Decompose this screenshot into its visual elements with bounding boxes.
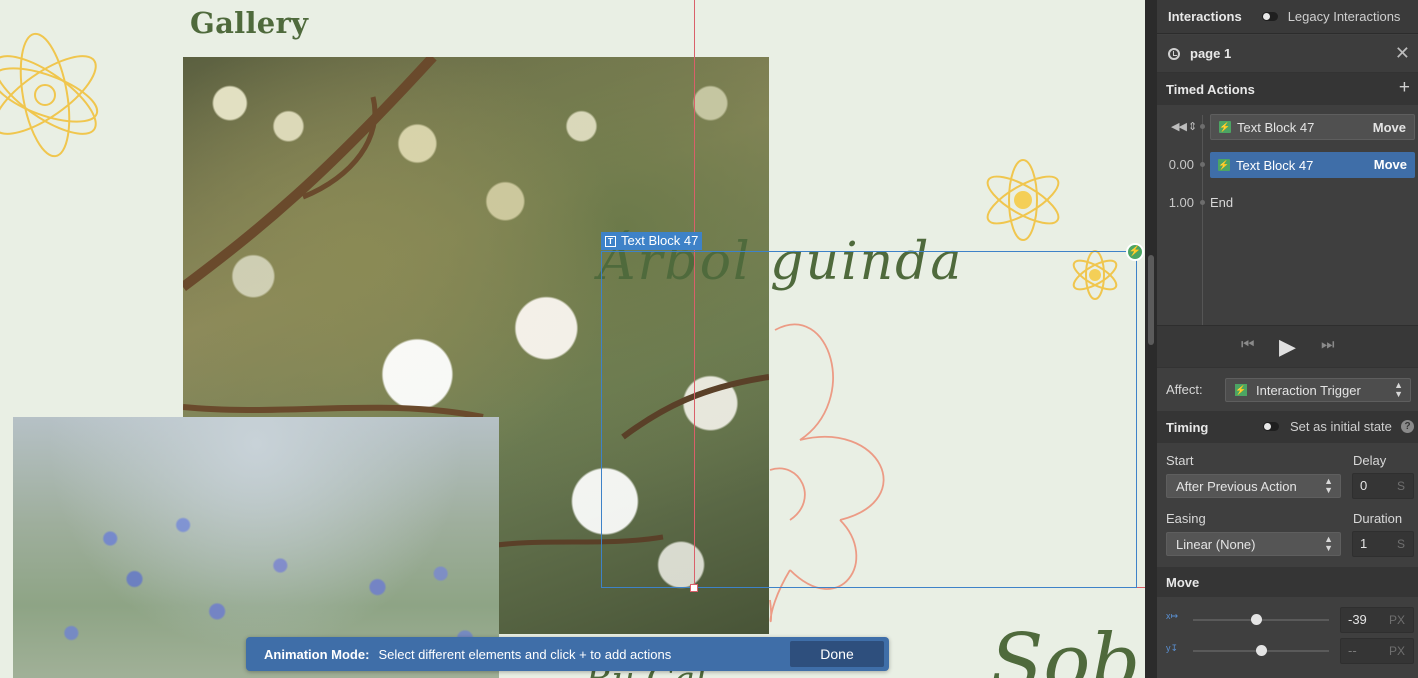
duration-input[interactable]: 1 S	[1352, 531, 1414, 557]
origin-handle[interactable]	[690, 584, 698, 592]
move-title: Move	[1166, 574, 1200, 590]
easing-value: Linear (None)	[1176, 536, 1256, 552]
affect-row: Affect: ⚡ Interaction Trigger ▲ ▼	[1157, 367, 1418, 411]
add-action-icon[interactable]: +	[1399, 78, 1410, 98]
slider-thumb[interactable]	[1256, 645, 1267, 656]
move-y-value: --	[1348, 643, 1357, 658]
timeline-row: 0.00 ⚡ Text Block 47 Move	[1157, 152, 1418, 178]
affect-value: Interaction Trigger	[1256, 382, 1361, 398]
duration-unit: S	[1396, 537, 1405, 551]
timeline-line	[1202, 115, 1203, 325]
animation-mode-hint: Select different elements and click + to…	[378, 646, 672, 662]
move-y-slider[interactable]	[1193, 645, 1329, 656]
script-text-bottom-right[interactable]: Sob	[990, 618, 1140, 678]
delay-unit: S	[1396, 479, 1405, 493]
selection-outline	[601, 251, 1137, 588]
close-icon[interactable]: ✕	[1395, 44, 1410, 62]
move-y-input[interactable]: -- PX	[1340, 638, 1414, 664]
easing-select[interactable]: Linear (None) ▲ ▼	[1166, 532, 1341, 556]
start-label: Start	[1166, 453, 1194, 468]
select-arrows-icon: ▲ ▼	[1394, 380, 1403, 399]
timeline-action-selected[interactable]: ⚡ Text Block 47 Move	[1210, 152, 1415, 178]
delay-label: Delay	[1353, 453, 1387, 468]
timeline-time: 0.00	[1168, 157, 1194, 172]
timed-actions-title: Timed Actions	[1166, 81, 1255, 97]
duration-value: 1	[1360, 536, 1368, 551]
rewind-icon[interactable]: ◀◀ ⇕	[1171, 120, 1197, 133]
action-type: Move	[1373, 157, 1407, 172]
panel-tabs: Interactions Legacy Interactions	[1157, 0, 1418, 34]
skip-back-icon[interactable]: ⏮	[1241, 336, 1255, 353]
trigger-bolt-icon: ⚡	[1218, 159, 1230, 171]
skip-forward-icon[interactable]: ⏭	[1321, 336, 1335, 353]
slider-thumb[interactable]	[1250, 614, 1262, 625]
start-select[interactable]: After Previous Action ▲ ▼	[1166, 474, 1341, 498]
timeline-dot	[1200, 200, 1205, 205]
delay-value: 0	[1360, 478, 1368, 493]
help-icon[interactable]: ?	[1401, 420, 1414, 433]
move-y-unit: PX	[1388, 644, 1405, 658]
timeline-dot	[1200, 162, 1205, 167]
design-canvas[interactable]: Gallery Árbol guinda Bu Cal Sob T Text B…	[0, 0, 1145, 678]
interaction-trigger-icon[interactable]: ⚡	[1126, 243, 1144, 261]
action-element-name: Text Block 47	[1236, 157, 1314, 173]
canvas-scrollbar[interactable]	[1145, 0, 1157, 678]
text-block-icon: T	[605, 235, 616, 247]
x-axis-icon: x↦	[1166, 611, 1179, 621]
initial-state-label[interactable]: Set as initial state	[1290, 419, 1392, 434]
timing-settings: Start Delay After Previous Action ▲ ▼ 0 S…	[1157, 443, 1418, 567]
easing-label: Easing	[1166, 511, 1206, 526]
move-header: Move	[1157, 567, 1418, 597]
selection-label: T Text Block 47	[601, 232, 703, 250]
trigger-bolt-icon: ⚡	[1219, 121, 1231, 133]
tab-interactions[interactable]: Interactions	[1168, 9, 1242, 24]
interactions-panel: Interactions Legacy Interactions page 1 …	[1145, 0, 1418, 678]
animation-mode-bar: Animation Mode: Select different element…	[246, 637, 889, 671]
timeline-end-label: End	[1210, 195, 1234, 210]
page-name: page 1	[1190, 46, 1232, 61]
gallery-title[interactable]: Gallery	[190, 6, 308, 40]
action-element-name: Text Block 47	[1237, 119, 1315, 135]
timeline-row: ◀◀ ⇕ ⚡ Text Block 47 Move	[1157, 114, 1418, 140]
select-arrows-icon: ▲ ▼	[1324, 476, 1333, 495]
start-value: After Previous Action	[1176, 478, 1297, 494]
trigger-bolt-icon: ⚡	[1235, 384, 1247, 396]
initial-state-toggle[interactable]	[1263, 422, 1279, 431]
y-axis-icon: y↧	[1166, 643, 1179, 653]
scrollbar-thumb[interactable]	[1148, 255, 1154, 345]
move-x-unit: PX	[1388, 613, 1405, 627]
select-arrows-icon: ▲ ▼	[1324, 534, 1333, 553]
affect-label: Affect:	[1166, 382, 1203, 397]
clock-icon	[1168, 47, 1180, 60]
timing-header: Timing Set as initial state ?	[1157, 411, 1418, 443]
move-x-input[interactable]: -39 PX	[1340, 607, 1414, 633]
selection-label-text: Text Block 47	[621, 233, 699, 248]
timeline-dot	[1200, 124, 1205, 129]
animation-mode-label: Animation Mode:	[264, 646, 370, 662]
playback-controls: ⏮ ▶ ⏭	[1157, 325, 1418, 367]
timing-title: Timing	[1166, 419, 1209, 435]
action-type: Move	[1372, 120, 1406, 135]
move-x-slider[interactable]	[1193, 614, 1329, 625]
move-settings: x↦ -39 PX y↧ -- PX	[1157, 597, 1418, 678]
timeline-action-initial[interactable]: ⚡ Text Block 47 Move	[1210, 114, 1415, 140]
legacy-interactions-toggle[interactable]	[1261, 12, 1278, 21]
delay-input[interactable]: 0 S	[1352, 473, 1414, 499]
page-trigger-header: page 1 ✕	[1157, 35, 1418, 73]
move-x-value: -39	[1348, 612, 1367, 627]
timed-actions-header: Timed Actions +	[1157, 73, 1418, 105]
timeline-time: 1.00	[1168, 195, 1194, 210]
done-button[interactable]: Done	[790, 641, 884, 667]
timeline-row: 1.00 End	[1157, 190, 1418, 216]
affect-select[interactable]: ⚡ Interaction Trigger ▲ ▼	[1225, 378, 1411, 402]
legacy-interactions-label[interactable]: Legacy Interactions	[1288, 9, 1401, 24]
duration-label: Duration	[1353, 511, 1403, 526]
play-icon[interactable]: ▶	[1279, 334, 1296, 360]
timeline: ◀◀ ⇕ ⚡ Text Block 47 Move 0.00 ⚡ Text Bl…	[1157, 105, 1418, 325]
